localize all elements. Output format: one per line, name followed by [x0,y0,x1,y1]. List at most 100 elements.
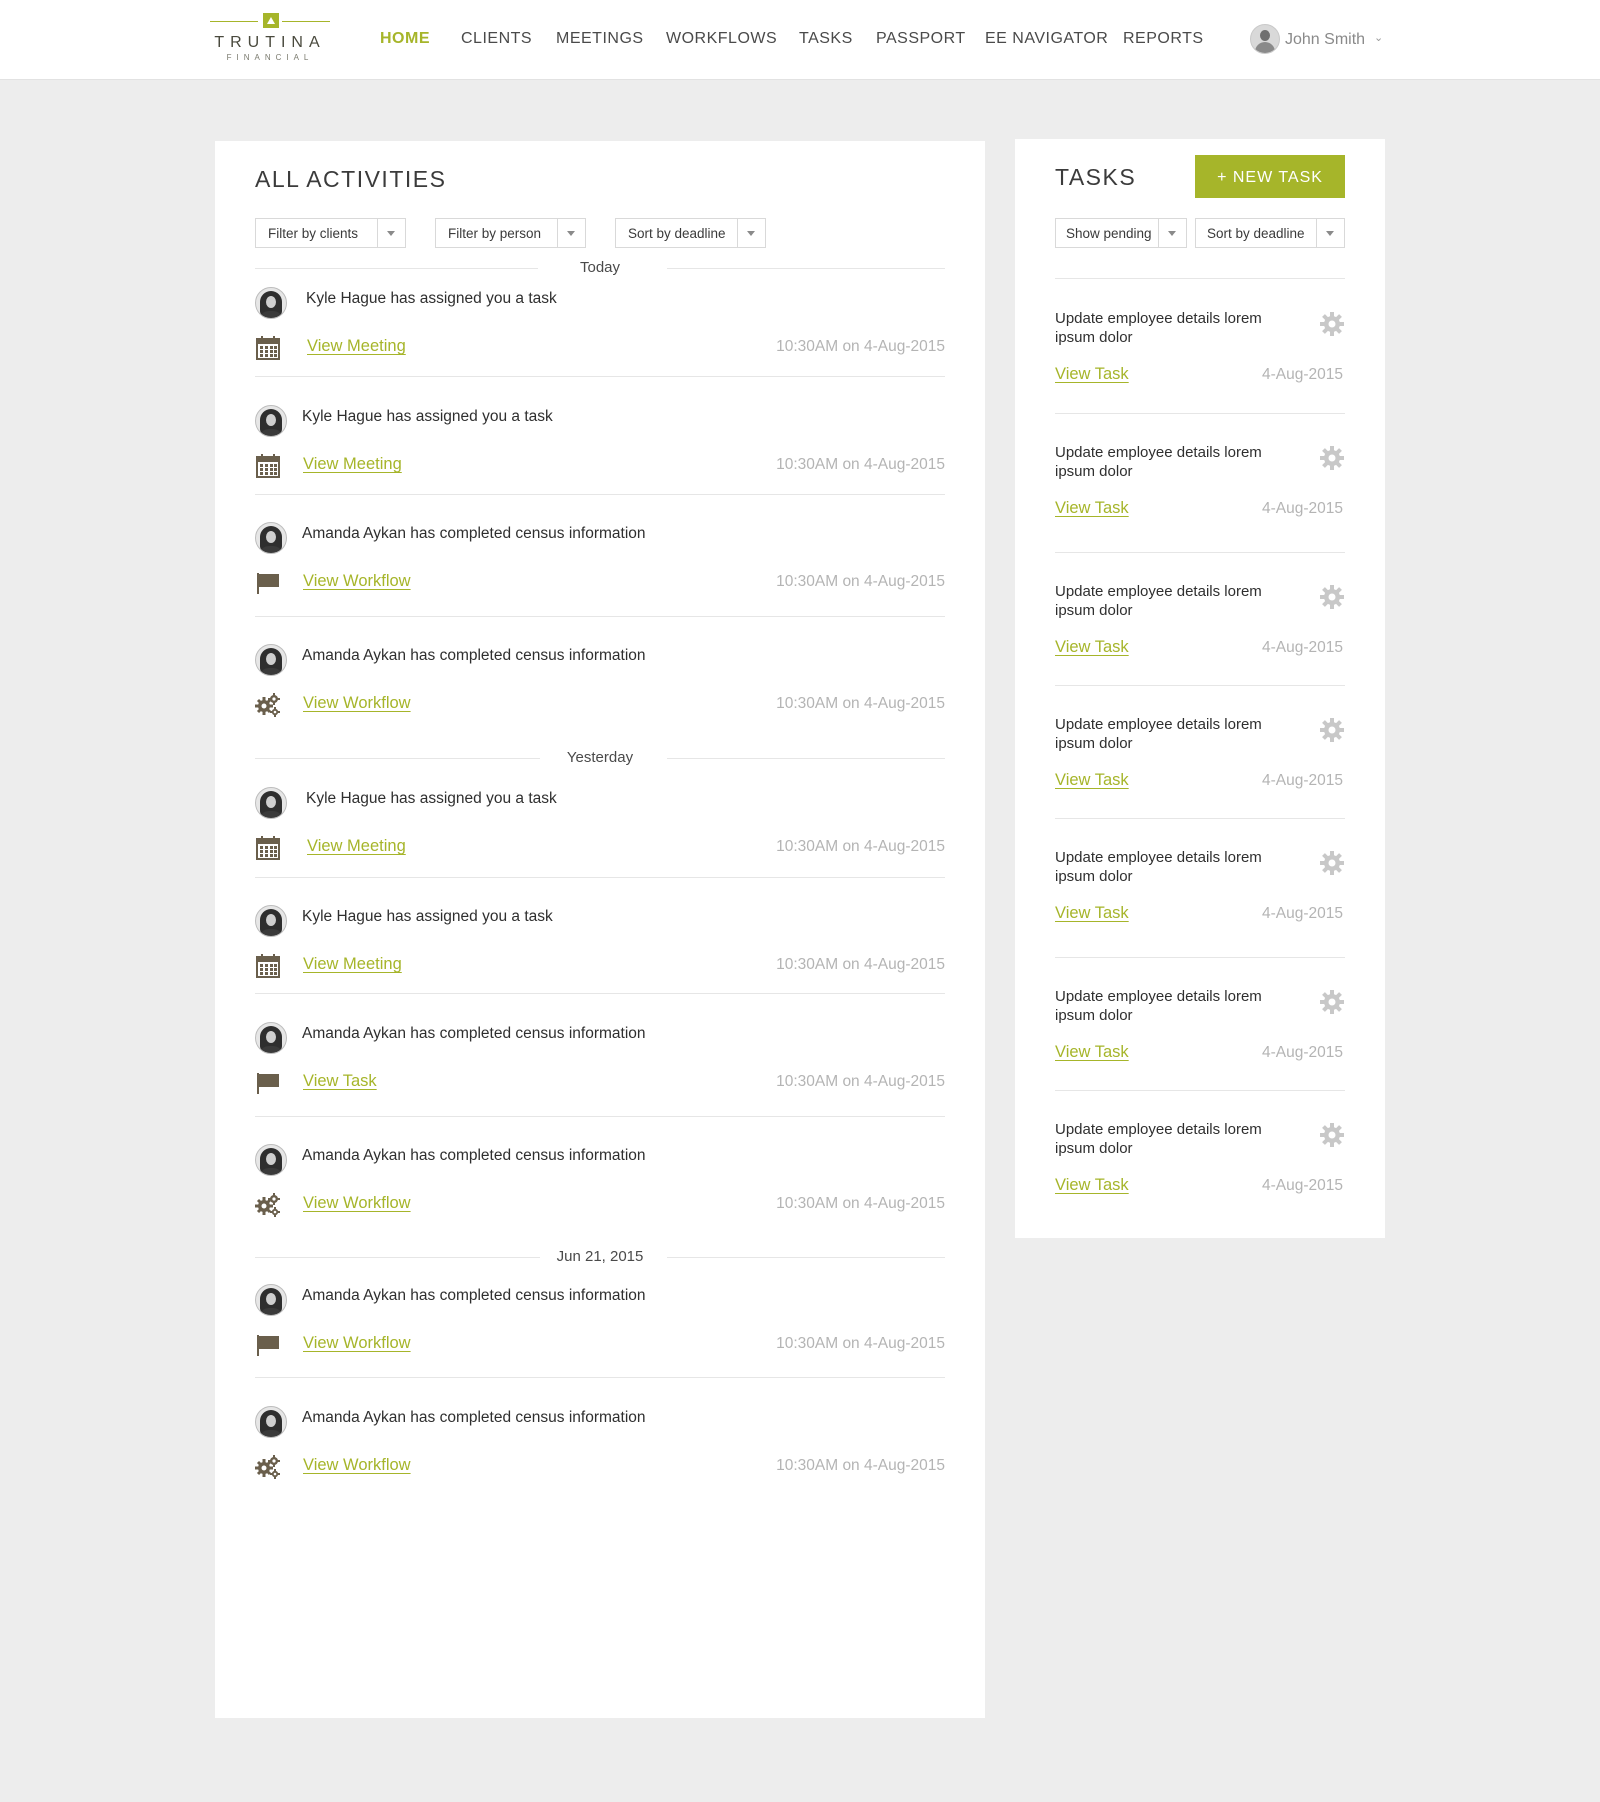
activity-time: 10:30AM on 4-Aug-2015 [776,338,945,355]
task-title: Update employee details lorem ipsum dolo… [1055,1121,1262,1157]
date-group-label: Yesterday [566,749,634,766]
user-avatar[interactable] [1250,24,1280,54]
task-sort-by-deadline-select[interactable]: Sort by deadline [1195,218,1345,248]
activity-text: Kyle Hague has assigned you a task [306,790,557,807]
show-pending-select[interactable]: Show pending [1055,218,1187,248]
avatar [255,1144,287,1176]
logo-line-left [210,21,258,22]
flag-icon [255,1070,283,1098]
gear-icon[interactable] [1319,1122,1345,1148]
dropdown-arrow-icon[interactable] [1158,219,1186,247]
view-task-link[interactable]: View Task [1055,499,1129,518]
chevron-down-icon[interactable]: ⌄ [1374,31,1383,44]
nav-ee-navigator[interactable]: EE NAVIGATOR [985,30,1108,48]
tasks-title: TASKS [1055,164,1137,190]
nav-clients[interactable]: CLIENTS [461,30,532,48]
nav-meetings[interactable]: MEETINGS [556,30,644,48]
activity-item: Kyle Hague has assigned you a task View M… [255,787,945,922]
task-date: 4-Aug-2015 [1261,1177,1343,1194]
task-date: 4-Aug-2015 [1261,1044,1343,1061]
task-separator [1055,413,1345,414]
logo-triangle-icon [263,13,279,28]
filter-by-clients-select[interactable]: Filter by clients [255,218,406,248]
user-name[interactable]: John Smith [1285,31,1365,49]
gear-icon[interactable] [1319,850,1345,876]
dropdown-arrow-icon[interactable] [557,219,585,247]
task-date: 4-Aug-2015 [1261,772,1343,789]
activity-item: Kyle Hague has assigned you a task View M… [255,405,945,540]
dropdown-arrow-icon[interactable] [377,219,405,247]
activity-item: Amanda Aykan has completed census inform… [255,522,945,657]
nav-workflows[interactable]: WORKFLOWS [666,30,777,48]
calendar-icon [255,335,283,363]
activity-link[interactable]: View Meeting [303,455,402,474]
activity-item: Amanda Aykan has completed census inform… [255,1284,945,1419]
activity-time: 10:30AM on 4-Aug-2015 [776,1073,945,1090]
task-title: Update employee details lorem ipsum dolo… [1055,988,1262,1024]
activity-separator [255,877,945,878]
nav-home[interactable]: HOME [380,30,430,48]
activity-link[interactable]: View Meeting [307,837,406,856]
activity-item: Kyle Hague has assigned you a task View M… [255,905,945,1040]
view-task-link[interactable]: View Task [1055,1176,1129,1195]
calendar-icon [255,953,283,981]
view-task-link[interactable]: View Task [1055,365,1129,384]
avatar [255,787,287,819]
view-task-link[interactable]: View Task [1055,771,1129,790]
nav-passport[interactable]: PASSPORT [876,30,966,48]
nav-reports[interactable]: REPORTS [1123,30,1204,48]
dropdown-arrow-icon[interactable] [1316,219,1344,247]
task-date: 4-Aug-2015 [1261,366,1343,383]
avatar [255,1022,287,1054]
activity-text: Amanda Aykan has completed census inform… [302,1409,646,1426]
avatar [255,522,287,554]
activity-link[interactable]: View Task [303,1072,377,1091]
task-title: Update employee details lorem ipsum dolo… [1055,444,1262,480]
gear-icon[interactable] [1319,717,1345,743]
avatar [255,1406,287,1438]
avatar [255,644,287,676]
new-task-button[interactable]: + NEW TASK [1195,155,1345,198]
task-separator [1055,1090,1345,1091]
task-title: Update employee details lorem ipsum dolo… [1055,716,1262,752]
logo-wordmark: TRUTINA [214,34,326,51]
task-title: Update employee details lorem ipsum dolo… [1055,849,1262,885]
view-task-link[interactable]: View Task [1055,638,1129,657]
activity-link[interactable]: View Workflow [303,694,411,713]
top-navigation-bar: TRUTINA FINANCIAL HOME CLIENTS MEETINGS … [0,0,1600,80]
activity-link[interactable]: View Meeting [307,337,406,356]
gear-icon[interactable] [1319,311,1345,337]
gear-icon[interactable] [1319,584,1345,610]
gear-icon[interactable] [1319,445,1345,471]
tasks-panel: TASKS + NEW TASK Show pending Sort by de… [1015,139,1385,1238]
filter-by-person-select[interactable]: Filter by person [435,218,586,248]
nav-tasks[interactable]: TASKS [799,30,853,48]
view-task-link[interactable]: View Task [1055,904,1129,923]
activity-link[interactable]: View Workflow [303,572,411,591]
activity-time: 10:30AM on 4-Aug-2015 [776,1335,945,1352]
activity-link[interactable]: View Workflow [303,1334,411,1353]
date-group-divider: Today [255,259,945,279]
activity-text: Kyle Hague has assigned you a task [306,290,557,307]
activity-time: 10:30AM on 4-Aug-2015 [776,1457,945,1474]
activity-link[interactable]: View Workflow [303,1194,411,1213]
dropdown-arrow-icon[interactable] [737,219,765,247]
activities-title: ALL ACTIVITIES [255,166,447,192]
trutina-logo[interactable]: TRUTINA FINANCIAL [210,12,330,64]
avatar [255,905,287,937]
avatar [255,405,287,437]
calendar-icon [255,835,283,863]
task-title: Update employee details lorem ipsum dolo… [1055,583,1262,619]
view-task-link[interactable]: View Task [1055,1043,1129,1062]
activities-panel: ALL ACTIVITIES Filter by clients Filter … [215,141,985,1718]
activity-link[interactable]: View Workflow [303,1456,411,1475]
activity-text: Amanda Aykan has completed census inform… [302,1287,646,1304]
gears-icon [255,1454,283,1482]
activity-time: 10:30AM on 4-Aug-2015 [776,956,945,973]
sort-by-deadline-select[interactable]: Sort by deadline [615,218,766,248]
activity-link[interactable]: View Meeting [303,955,402,974]
gear-icon[interactable] [1319,989,1345,1015]
activity-text: Amanda Aykan has completed census inform… [302,1147,646,1164]
date-group-divider: Yesterday [255,749,945,769]
activity-time: 10:30AM on 4-Aug-2015 [776,838,945,855]
